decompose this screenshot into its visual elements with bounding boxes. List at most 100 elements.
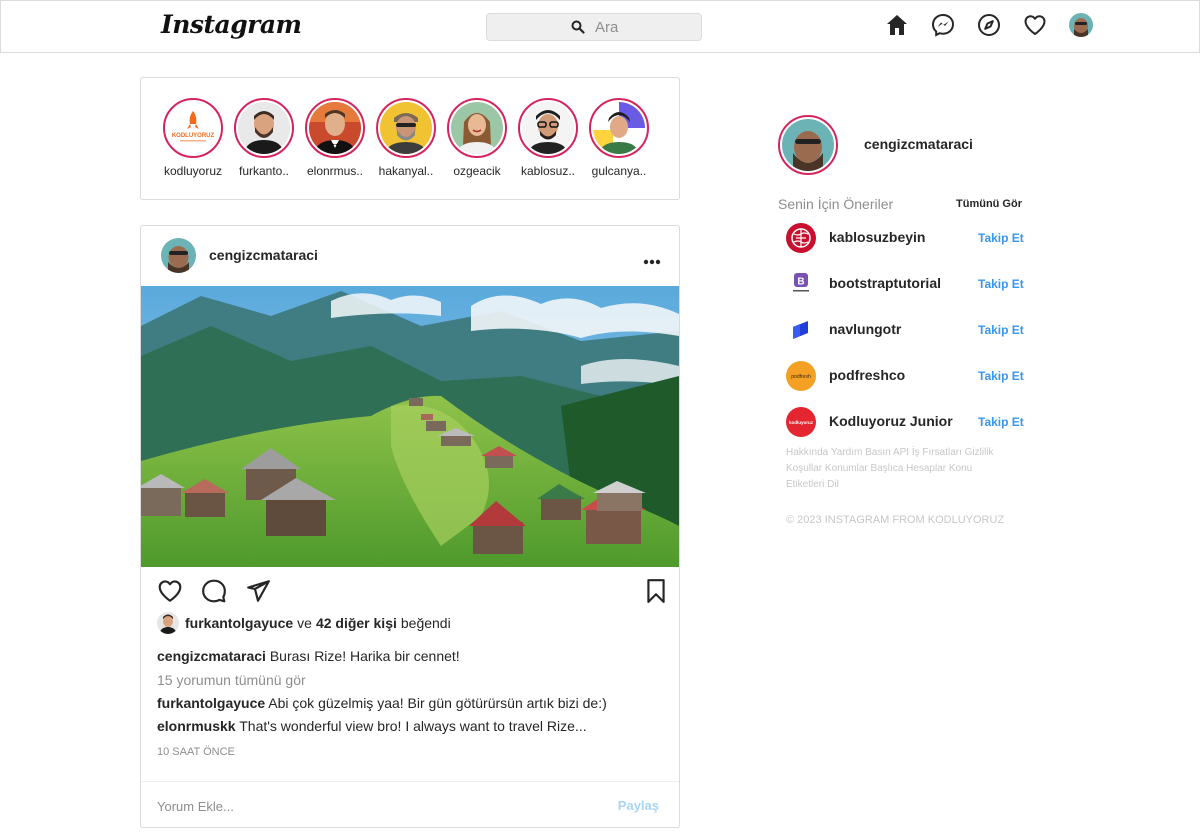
current-user-username[interactable]: cengizcmataraci	[864, 136, 973, 152]
story-ring	[518, 98, 578, 158]
story-ring	[589, 98, 649, 158]
footer-link[interactable]: Gizlilik	[965, 447, 994, 458]
suggestion-username[interactable]: navlungotr	[829, 321, 901, 337]
post-caption: cengizcmataraci Burası Rize! Harika bir …	[157, 648, 460, 664]
suggestion-username[interactable]: kablosuzbeyin	[829, 229, 925, 245]
story-ring	[234, 98, 294, 158]
likes-joiner: ve	[297, 615, 312, 631]
comment-username[interactable]: elonrmuskk	[157, 718, 236, 734]
post-image[interactable]	[141, 286, 679, 567]
suggestion-avatar-navlungo-logo[interactable]	[786, 315, 816, 345]
suggestion-avatar-brain-logo[interactable]	[786, 223, 816, 253]
suggestion-avatar-bootstrap-logo[interactable]: B	[786, 269, 816, 299]
story-item[interactable]: kablosuz..	[517, 98, 579, 178]
post-author-username[interactable]: cengizcmataraci	[209, 247, 318, 263]
footer-link[interactable]: Hakkında	[786, 447, 828, 458]
more-options-icon[interactable]	[643, 252, 661, 270]
story-username: kablosuz..	[520, 164, 576, 178]
kodluyoruz-junior-logo-text: kodluyoruz	[789, 420, 814, 425]
suggestion-item: B bootstraptutorial Takip Et	[786, 269, 1028, 299]
story-item[interactable]: elonrmus..	[304, 98, 366, 178]
comment-text: Abi çok güzelmiş yaa! Bir gün götürürsün…	[268, 695, 607, 711]
footer-link[interactable]: API	[893, 447, 909, 458]
suggestion-username[interactable]: Kodluyoruz Junior	[829, 413, 953, 429]
story-ring	[305, 98, 365, 158]
story-item[interactable]: ozgeacik	[446, 98, 508, 178]
heart-icon[interactable]	[1023, 13, 1047, 37]
bookmark-icon[interactable]	[645, 578, 667, 609]
liker-avatar[interactable]	[157, 612, 179, 634]
share-icon[interactable]	[245, 578, 271, 609]
likes-suffix: beğendi	[400, 615, 451, 631]
suggestion-avatar-podfresh-logo[interactable]: podfresh	[786, 361, 816, 391]
story-ring: KODLUYORUZ	[163, 98, 223, 158]
story-avatar	[238, 102, 290, 154]
post-author-avatar[interactable]	[161, 238, 196, 273]
story-ring	[376, 98, 436, 158]
liker-username[interactable]: furkantolgayuce	[185, 615, 293, 631]
instagram-logo[interactable]: Instagram	[161, 10, 302, 39]
comment-item: elonrmuskk That's wonderful view bro! I …	[157, 718, 587, 734]
footer-link[interactable]: Dil	[827, 479, 839, 490]
profile-avatar[interactable]	[1069, 13, 1093, 37]
view-all-comments-link[interactable]: 15 yorumun tümünü gör	[157, 672, 306, 688]
post-actions	[157, 578, 665, 608]
like-heart-icon[interactable]	[157, 578, 183, 609]
comment-input[interactable]	[157, 796, 577, 816]
see-all-link[interactable]: Tümünü Gör	[956, 198, 1022, 210]
search-input[interactable]	[595, 17, 695, 37]
suggestion-item: kodluyoruz Kodluyoruz Junior Takip Et	[786, 407, 1028, 437]
story-item[interactable]: furkanto..	[233, 98, 295, 178]
follow-button[interactable]: Takip Et	[978, 415, 1024, 429]
suggestion-username[interactable]: podfreshco	[829, 367, 905, 383]
search-bar[interactable]	[486, 13, 702, 41]
footer-link[interactable]: Başlıca Hesaplar	[871, 463, 947, 474]
follow-button[interactable]: Takip Et	[978, 277, 1024, 291]
suggestion-item: podfresh podfreshco Takip Et	[786, 361, 1028, 391]
story-username: furkanto..	[238, 164, 290, 178]
comment-item: furkantolgayuce Abi çok güzelmiş yaa! Bi…	[157, 695, 607, 711]
footer-link[interactable]: Koşullar	[786, 463, 822, 474]
footer-link[interactable]: Yardım	[831, 447, 863, 458]
suggestion-avatar-kodluyoruz-junior-logo[interactable]: kodluyoruz	[786, 407, 816, 437]
share-comment-button[interactable]: Paylaş	[618, 798, 659, 813]
copyright-text: © 2023 INSTAGRAM FROM KODLUYORUZ	[786, 514, 1005, 526]
footer-link[interactable]: Konumlar	[825, 463, 868, 474]
story-username: hakanyal..	[378, 164, 434, 178]
suggestion-item: navlungotr Takip Et	[786, 315, 1028, 345]
add-comment-bar: Paylaş	[141, 781, 679, 827]
story-item[interactable]: hakanyal..	[375, 98, 437, 178]
story-item[interactable]: KODLUYORUZ kodluyoruz	[162, 98, 224, 178]
footer-link[interactable]: Basın	[865, 447, 891, 458]
story-avatar	[451, 102, 503, 154]
story-avatar	[309, 102, 361, 154]
post-timestamp: 10 SAAT ÖNCE	[157, 746, 235, 758]
current-user-avatar[interactable]	[778, 115, 838, 175]
post-header: cengizcmataraci	[141, 226, 679, 286]
likes-others-count[interactable]: 42 diğer kişi	[316, 615, 397, 631]
suggestion-username[interactable]: bootstraptutorial	[829, 275, 941, 291]
story-avatar	[593, 102, 645, 154]
messenger-icon[interactable]	[931, 13, 955, 37]
story-avatar	[522, 102, 574, 154]
explore-icon[interactable]	[977, 13, 1001, 37]
home-icon[interactable]	[885, 13, 909, 37]
story-item[interactable]: gulcanya..	[588, 98, 650, 178]
story-logo-text: KODLUYORUZ	[172, 133, 215, 139]
suggestions-title: Senin İçin Öneriler	[778, 196, 894, 212]
story-username: kodluyoruz	[163, 164, 223, 178]
stories-bar: KODLUYORUZ kodluyoruz furkanto.. elonrmu…	[140, 77, 680, 200]
podfresh-logo-text: podfresh	[791, 374, 811, 380]
bootstrap-letter: B	[797, 277, 804, 288]
follow-button[interactable]: Takip Et	[978, 369, 1024, 383]
follow-button[interactable]: Takip Et	[978, 323, 1024, 337]
comment-username[interactable]: furkantolgayuce	[157, 695, 265, 711]
comment-icon[interactable]	[201, 578, 227, 609]
caption-username[interactable]: cengizcmataraci	[157, 648, 266, 664]
likes-summary: furkantolgayuce ve 42 diğer kişi beğendi	[157, 612, 451, 634]
follow-button[interactable]: Takip Et	[978, 231, 1024, 245]
caption-text: Burası Rize! Harika bir cennet!	[269, 648, 460, 664]
story-username: elonrmus..	[306, 164, 364, 178]
footer-link[interactable]: İş Fırsatları	[912, 447, 962, 458]
feed-post: cengizcmataraci furkantolgayuce ve 42 di…	[140, 225, 680, 828]
